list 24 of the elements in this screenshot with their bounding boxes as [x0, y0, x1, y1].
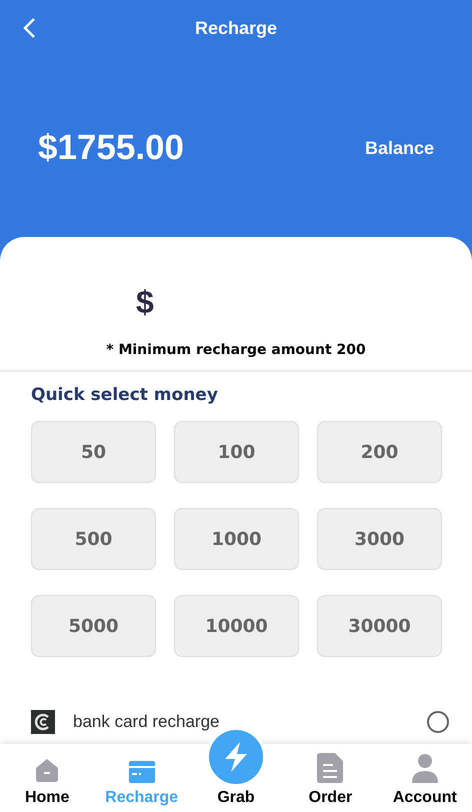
section-title: Quick select money	[30, 384, 218, 405]
minimum-note: * Minimum recharge amount 200	[106, 341, 366, 360]
person-icon	[412, 753, 438, 783]
nav-tab[interactable]: Recharge	[94, 744, 189, 812]
amount-button[interactable]: 5000	[31, 595, 156, 657]
balance-amount: $1755.00	[38, 128, 184, 168]
balance-label: Balance	[364, 138, 434, 158]
amount-button[interactable]: 3000	[317, 508, 442, 570]
page-title: Recharge	[194, 18, 278, 38]
amount-button[interactable]: 500	[31, 508, 156, 570]
amount-button[interactable]: 30000	[317, 595, 442, 657]
bank-logo-icon	[31, 710, 55, 734]
amount-button[interactable]: 10000	[174, 595, 299, 657]
amount-button[interactable]: 50	[31, 421, 156, 483]
amount-button[interactable]: 1000	[174, 508, 299, 570]
document-icon	[317, 753, 344, 783]
radio-button[interactable]	[427, 711, 449, 733]
amount-button[interactable]: 100	[174, 421, 299, 483]
amount-button[interactable]: 200	[317, 421, 442, 483]
nav-tab[interactable]: Order	[283, 744, 378, 812]
currency-symbol: $	[136, 284, 154, 320]
nav-tab[interactable]: Home	[0, 744, 94, 812]
nav-tab[interactable]: Account	[378, 744, 472, 812]
payment-method-label: bank card recharge	[73, 712, 220, 732]
